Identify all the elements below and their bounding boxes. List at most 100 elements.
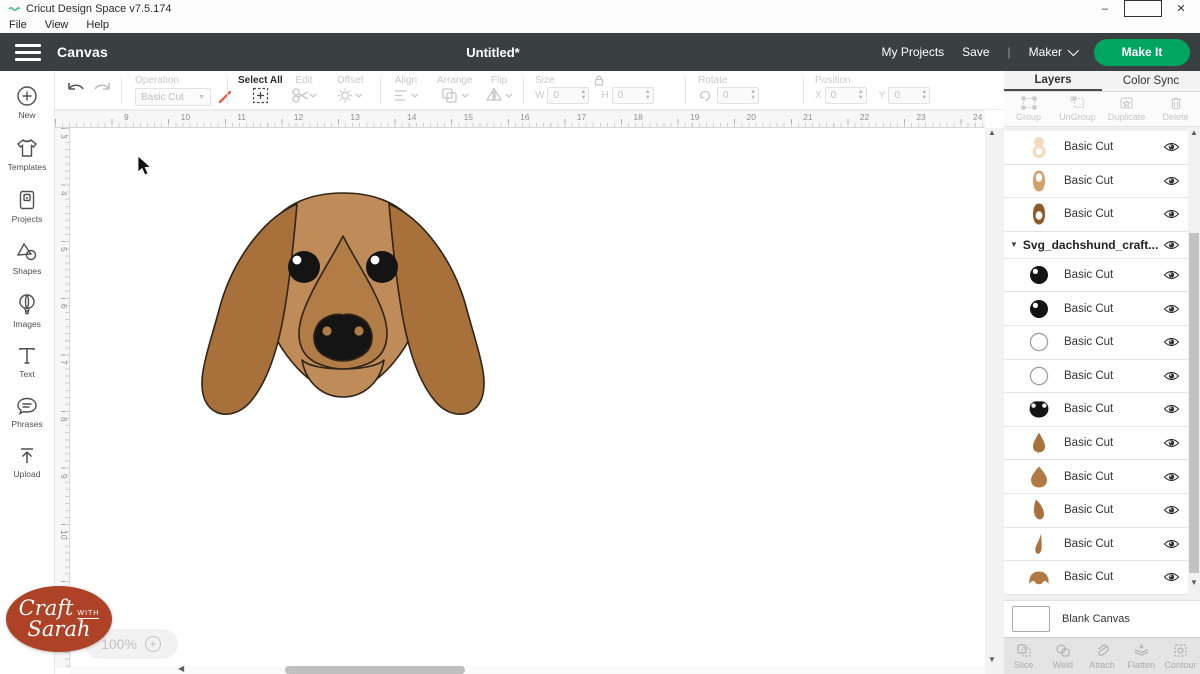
sidebar-item-shapes[interactable]: Shapes — [0, 239, 54, 278]
layer-row[interactable]: Basic Cut — [1004, 292, 1188, 326]
canvas-vertical-scrollbar[interactable]: ▲ ▼ — [985, 128, 1004, 674]
ruler-tick-label: 13 — [347, 111, 404, 127]
layer-row[interactable]: Basic Cut — [1004, 165, 1188, 199]
layer-thumbnail-bone-brown — [1026, 201, 1052, 227]
tab-layers[interactable]: Layers — [1004, 71, 1102, 91]
collapse-triangle-icon[interactable]: ▼ — [1010, 240, 1018, 249]
visibility-eye-icon[interactable] — [1163, 404, 1180, 415]
layer-group-header[interactable]: ▼ Svg_dachshund_craft... — [1004, 232, 1188, 259]
layer-row[interactable]: Basic Cut — [1004, 427, 1188, 461]
linetype-swatch-icon[interactable] — [218, 90, 232, 104]
layer-row[interactable]: Basic Cut — [1004, 460, 1188, 494]
redo-icon[interactable] — [91, 81, 113, 99]
visibility-eye-icon[interactable] — [1163, 538, 1180, 549]
header-divider: | — [1008, 45, 1011, 59]
craft-with-sarah-logo: CraftWITH Sarah — [6, 586, 112, 652]
scroll-down-arrow-icon[interactable]: ▼ — [1190, 579, 1198, 587]
visibility-eye-icon[interactable] — [1163, 572, 1180, 583]
layer-row[interactable]: Basic Cut — [1004, 198, 1188, 232]
layer-row[interactable]: Basic Cut — [1004, 259, 1188, 293]
document-title[interactable]: Untitled* — [466, 45, 519, 60]
visibility-eye-icon[interactable] — [1163, 337, 1180, 348]
layer-thumbnail-ear — [1026, 497, 1052, 523]
sidebar-item-images[interactable]: Images — [0, 291, 54, 331]
canvas-horizontal-scrollbar[interactable]: ◀ — [70, 666, 985, 674]
chevron-down-icon — [1068, 45, 1079, 56]
visibility-eye-icon[interactable] — [1163, 471, 1180, 482]
visibility-eye-icon[interactable] — [1163, 505, 1180, 516]
ruler-tick-label: 23 — [913, 111, 970, 127]
minimize-button[interactable]: – — [1086, 0, 1124, 17]
visibility-eye-icon[interactable] — [1163, 142, 1180, 153]
sidebar-item-text[interactable]: Text — [0, 344, 54, 381]
blank-canvas-row[interactable]: Blank Canvas — [1004, 600, 1200, 637]
scrollbar-thumb[interactable] — [285, 666, 465, 674]
visibility-eye-icon[interactable] — [1163, 175, 1180, 186]
group-button: Group — [1004, 92, 1053, 126]
ruler-tick-label: 11 — [234, 111, 291, 127]
layer-row[interactable]: Basic Cut — [1004, 360, 1188, 394]
position-x-input[interactable]: 0▲▼ — [825, 87, 867, 104]
operation-select[interactable]: Basic Cut▼ — [135, 88, 211, 106]
scroll-down-arrow-icon[interactable]: ▼ — [988, 656, 996, 664]
rotate-input[interactable]: 0▲▼ — [717, 87, 759, 104]
ruler-tick-label: 19 — [687, 111, 744, 127]
offset-button: Offset — [337, 75, 364, 109]
width-input[interactable]: 0▲▼ — [547, 87, 589, 104]
visibility-eye-icon[interactable] — [1163, 209, 1180, 220]
scroll-up-arrow-icon[interactable]: ▲ — [988, 129, 996, 137]
make-it-button[interactable]: Make It — [1094, 39, 1190, 66]
rotate-group: Rotate 0▲▼ — [698, 75, 759, 104]
select-all-button[interactable]: Select All — [238, 75, 283, 109]
height-input[interactable]: 0▲▼ — [612, 87, 654, 104]
weld-icon — [1055, 643, 1071, 658]
close-button[interactable]: ✕ — [1162, 0, 1200, 17]
ruler-tick-label: 24 — [970, 111, 985, 127]
visibility-eye-icon[interactable] — [1163, 270, 1180, 281]
position-y-input[interactable]: 0▲▼ — [888, 87, 930, 104]
layer-row[interactable]: Basic Cut — [1004, 561, 1188, 595]
layer-list: Basic Cut Basic Cut Basic Cut ▼ Svg_dach… — [1004, 127, 1200, 600]
machine-selector[interactable]: Maker — [1029, 45, 1076, 59]
sidebar-item-new[interactable]: New — [0, 83, 54, 122]
layer-thumbnail-eye — [1026, 296, 1052, 322]
scroll-left-arrow-icon[interactable]: ◀ — [178, 665, 184, 673]
scroll-up-arrow-icon[interactable]: ▲ — [1190, 129, 1198, 137]
menu-file[interactable]: File — [0, 19, 36, 31]
shapes-icon — [15, 241, 39, 263]
scrollbar-thumb[interactable] — [1189, 233, 1199, 573]
zoom-in-icon[interactable]: + — [145, 636, 161, 652]
sidebar-item-templates[interactable]: Templates — [0, 135, 54, 174]
lock-icon[interactable] — [594, 75, 604, 86]
visibility-eye-icon[interactable] — [1163, 239, 1180, 250]
layer-thumbnail-head — [1026, 564, 1052, 590]
ruler-tick-label: 8 — [56, 413, 69, 470]
ruler-tick-label: 20 — [744, 111, 801, 127]
layer-row[interactable]: Basic Cut — [1004, 393, 1188, 427]
layer-thumbnail-snout-large — [1026, 464, 1052, 490]
undo-icon[interactable] — [65, 81, 87, 99]
dachshund-artwork[interactable] — [176, 190, 510, 422]
layer-thumbnail-bone-light — [1026, 134, 1052, 160]
layer-row[interactable]: Basic Cut — [1004, 326, 1188, 360]
save-link[interactable]: Save — [962, 45, 989, 59]
restore-button[interactable] — [1124, 0, 1162, 17]
visibility-eye-icon[interactable] — [1163, 303, 1180, 314]
layers-scrollbar[interactable]: ▲ ▼ — [1188, 127, 1200, 600]
hamburger-menu-icon[interactable] — [15, 40, 41, 65]
my-projects-link[interactable]: My Projects — [881, 45, 944, 59]
layer-row[interactable]: Basic Cut — [1004, 131, 1188, 165]
tab-color-sync[interactable]: Color Sync — [1102, 71, 1200, 91]
sidebar-item-upload[interactable]: Upload — [0, 444, 54, 481]
visibility-eye-icon[interactable] — [1163, 370, 1180, 381]
sidebar-item-phrases[interactable]: Phrases — [0, 394, 54, 431]
balloon-icon — [17, 293, 37, 316]
visibility-eye-icon[interactable] — [1163, 438, 1180, 449]
layer-row[interactable]: Basic Cut — [1004, 494, 1188, 528]
align-icon — [393, 87, 419, 104]
menu-view[interactable]: View — [36, 19, 78, 31]
menu-help[interactable]: Help — [77, 19, 118, 31]
sidebar-item-projects[interactable]: Projects — [0, 187, 54, 226]
layer-row[interactable]: Basic Cut — [1004, 528, 1188, 562]
duplicate-icon — [1119, 96, 1134, 110]
